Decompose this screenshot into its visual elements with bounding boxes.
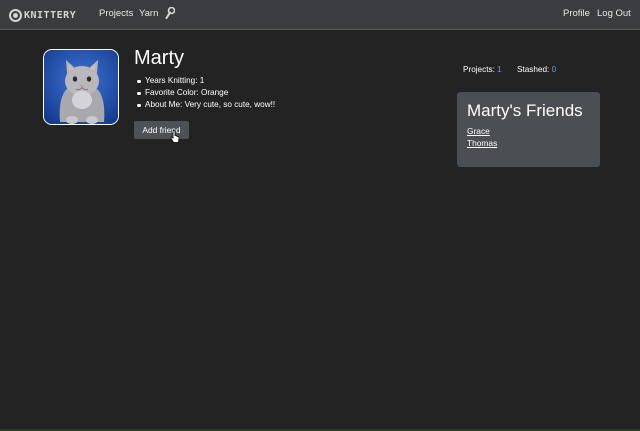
profile-avatar [43,49,119,125]
friend-link-thomas[interactable]: Thomas [467,138,497,148]
nav-profile-link[interactable]: Profile [563,8,590,19]
profile-details-list: Years Knitting: 1 Favorite Color: Orange… [136,75,276,111]
projects-stat-value[interactable]: 1 [497,65,502,74]
stashed-stat-value[interactable]: 0 [552,65,557,74]
stashed-stat-label: Stashed: [517,65,550,74]
detail-favorite-color: Favorite Color: Orange [136,87,275,99]
detail-years-knitting: Years Knitting: 1 [136,75,275,87]
friends-title: Marty's Friends [467,101,583,120]
detail-about-me: About Me: Very cute, so cute, wow!! [136,100,276,109]
friend-link-grace[interactable]: Grace [467,126,490,136]
stashed-stat: Stashed: 0 [517,65,556,74]
nav-projects-link[interactable]: Projects [99,8,133,19]
add-friend-button[interactable]: Add friend [134,121,189,139]
wrench-icon[interactable] [165,7,175,19]
brand-logo[interactable]: KNITTERY [9,8,76,22]
profile-name: Marty [134,47,184,69]
brand-name: KNITTERY [24,9,77,21]
nav-yarn-link[interactable]: Yarn [139,8,158,19]
yarn-ball-icon [9,8,22,22]
pointer-cursor-icon [170,130,180,143]
projects-stat-label: Projects: [463,65,495,74]
top-navbar: KNITTERY Projects Yarn Profile Log Out [0,0,640,30]
friends-card: Marty's Friends Grace Thomas [457,92,600,167]
nav-logout-link[interactable]: Log Out [597,8,631,19]
cat-photo-icon [44,50,118,124]
projects-stat: Projects: 1 [463,65,502,74]
